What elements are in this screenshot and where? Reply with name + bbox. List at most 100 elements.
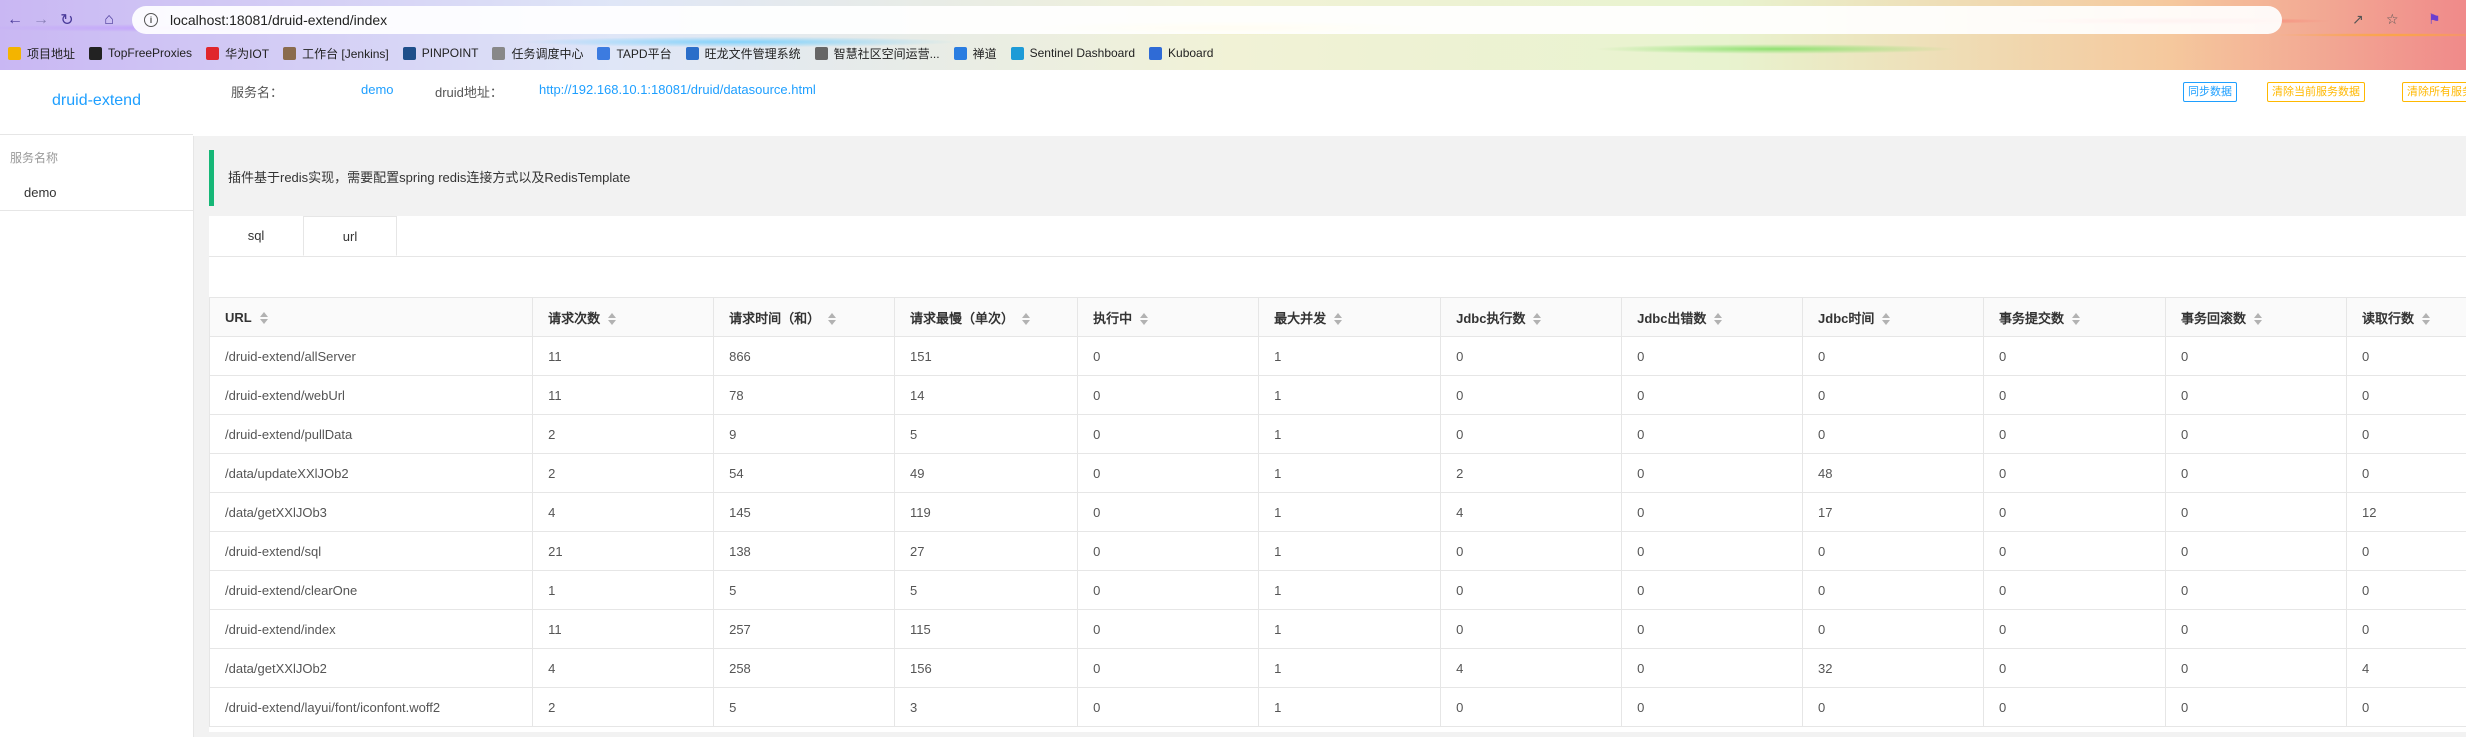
table-cell: 0 <box>2345 414 2466 454</box>
column-header-label: 事务回滚数 <box>2181 310 2247 326</box>
table-cell: 27 <box>894 531 1079 571</box>
table-cell: 2 <box>532 453 715 493</box>
sort-icon[interactable] <box>1022 313 1031 326</box>
sort-icon[interactable] <box>2422 313 2430 326</box>
column-header[interactable]: Jdbc时间 <box>1802 297 1984 337</box>
column-header[interactable]: Jdbc出错数 <box>1621 297 1804 337</box>
bookmark-item[interactable]: TAPD平台 <box>597 45 672 62</box>
bookmark-item[interactable]: 工作台 [Jenkins] <box>283 45 389 62</box>
extensions-icon[interactable]: ⚑ <box>2428 11 2441 28</box>
table-cell: 0 <box>2165 336 2347 376</box>
bookmark-item[interactable]: 华为IOT <box>206 45 269 62</box>
sort-icon[interactable] <box>1714 313 1723 326</box>
table-cell: 0 <box>1621 648 1804 688</box>
table-row[interactable]: /data/getXXlJOb242581560140320040 <box>209 648 2466 688</box>
sort-icon[interactable] <box>259 312 268 325</box>
table-row[interactable]: /druid-extend/webUrl117814010000000 <box>209 375 2466 415</box>
column-header[interactable]: 事务提交数 <box>1982 297 2167 337</box>
column-header[interactable]: URL <box>209 297 534 337</box>
table-cell: 0 <box>1802 531 1984 571</box>
table-cell: 1 <box>1258 648 1442 688</box>
bookmark-item[interactable]: TopFreeProxies <box>89 46 192 60</box>
table-row[interactable]: /druid-extend/allServer11866151010000000 <box>209 336 2466 376</box>
table-row[interactable]: /druid-extend/index11257115010000000 <box>209 609 2466 649</box>
table-cell: /druid-extend/allServer <box>209 336 534 376</box>
table-cell: 0 <box>2165 648 2347 688</box>
bookmark-star-icon[interactable]: ☆ <box>2386 11 2399 28</box>
table-row[interactable]: /druid-extend/layui/font/iconfont.woff2 2… <box>209 687 2466 727</box>
column-header-label: 请求时间（和） <box>729 310 821 326</box>
sidebar-item-demo[interactable]: demo <box>0 176 193 211</box>
table-cell: 1 <box>532 570 715 610</box>
sort-icon[interactable] <box>1533 313 1542 326</box>
table-cell: 0 <box>1440 414 1623 454</box>
bookmark-item[interactable]: 任务调度中心 <box>492 45 583 62</box>
sort-icon[interactable] <box>1882 313 1891 326</box>
druid-address-label: druid地址： <box>435 85 503 100</box>
table-wrapper[interactable]: URL 请求次数 请求时间（和） 请求最慢（单次） 执行中 最大并发 Jdbc执行数 Jdbc… <box>209 297 2466 727</box>
table-cell: 0 <box>1077 453 1260 493</box>
column-header[interactable]: 请求时间（和） <box>713 297 896 337</box>
table-cell: 0 <box>1440 531 1623 571</box>
bookmark-label: Kuboard <box>1168 46 1214 60</box>
clear-current-service-button[interactable]: 清除当前服务数据 <box>2267 82 2365 102</box>
table-row[interactable]: /data/getXXlJOb3414511901401700120 <box>209 492 2466 532</box>
table-cell: 4 <box>1440 492 1623 532</box>
sort-icon[interactable] <box>1334 313 1343 326</box>
table-cell: 0 <box>1982 570 2167 610</box>
bookmark-item[interactable]: 禅道 <box>953 45 997 62</box>
column-header-label: 请求最慢（单次） <box>910 310 1015 326</box>
column-header-label: 请求次数 <box>548 310 601 326</box>
column-header[interactable]: Jdbc执行数 <box>1440 297 1623 337</box>
sort-icon[interactable] <box>2072 313 2081 326</box>
bookmark-item[interactable]: 智慧社区空间运营... <box>814 45 940 62</box>
table-cell: 54 <box>713 453 896 493</box>
reload-icon[interactable]: ↻ <box>56 9 78 31</box>
url-text[interactable]: localhost:18081/druid-extend/index <box>170 12 387 28</box>
table-row[interactable]: /druid-extend/sql2113827010000000 <box>209 531 2466 571</box>
address-bar[interactable]: i localhost:18081/druid-extend/index <box>132 6 2282 34</box>
table-cell: 4 <box>2345 648 2466 688</box>
sync-data-button[interactable]: 同步数据 <box>2183 82 2237 102</box>
home-icon[interactable]: ⌂ <box>98 9 120 31</box>
brand-title[interactable]: druid-extend <box>0 70 193 135</box>
bookmark-item[interactable]: Sentinel Dashboard <box>1010 46 1135 60</box>
share-icon[interactable]: ↗ <box>2352 11 2364 28</box>
table-cell: 0 <box>1440 570 1623 610</box>
table-row[interactable]: /druid-extend/pullData295010000000 <box>209 414 2466 454</box>
sort-icon[interactable] <box>608 313 617 326</box>
column-header[interactable]: 最大并发 <box>1258 297 1442 337</box>
tab-sql[interactable]: sql <box>209 216 303 256</box>
table-row[interactable]: /data/updateXXlJOb2254490120480000 <box>209 453 2466 493</box>
column-header[interactable]: 请求最慢（单次） <box>894 297 1079 337</box>
service-value[interactable]: demo <box>361 82 394 97</box>
table-cell: 48 <box>1802 453 1984 493</box>
back-arrow-icon[interactable]: ← <box>4 9 26 31</box>
druid-address-link[interactable]: http://192.168.10.1:18081/druid/datasour… <box>539 82 816 97</box>
folder-icon <box>8 46 21 60</box>
kuboard-icon <box>1149 46 1163 60</box>
column-header[interactable]: 读取行数 <box>2345 297 2466 337</box>
bookmark-item[interactable]: PINPOINT <box>402 46 478 60</box>
bookmark-item[interactable]: 项目地址 <box>8 45 75 62</box>
table-cell: 156 <box>894 648 1079 688</box>
table-body: /druid-extend/allServer11866151010000000… <box>209 336 2466 727</box>
forward-arrow-icon[interactable]: → <box>30 9 52 31</box>
bookmark-item[interactable]: Kuboard <box>1149 46 1213 60</box>
table-cell: /druid-extend/layui/font/iconfont.woff2 <box>209 687 534 727</box>
column-header[interactable]: 执行中 <box>1077 297 1260 337</box>
column-header[interactable]: 请求次数 <box>532 297 715 337</box>
column-header[interactable]: 事务回滚数 <box>2165 297 2347 337</box>
table-row[interactable]: /druid-extend/clearOne155010000000 <box>209 570 2466 610</box>
sort-icon[interactable] <box>2254 313 2263 326</box>
table-cell: 2 <box>532 687 715 727</box>
bookmark-item[interactable]: 旺龙文件管理系统 <box>685 45 801 62</box>
sort-icon[interactable] <box>828 313 837 326</box>
site-info-icon[interactable]: i <box>144 13 158 27</box>
tab-url[interactable]: url <box>303 216 397 256</box>
sort-icon[interactable] <box>1140 313 1149 326</box>
table-cell: 0 <box>1982 648 2167 688</box>
table-cell: 0 <box>1802 414 1984 454</box>
clear-all-services-button[interactable]: 清除所有服务数据 <box>2402 82 2466 102</box>
table-cell: 145 <box>713 492 896 532</box>
